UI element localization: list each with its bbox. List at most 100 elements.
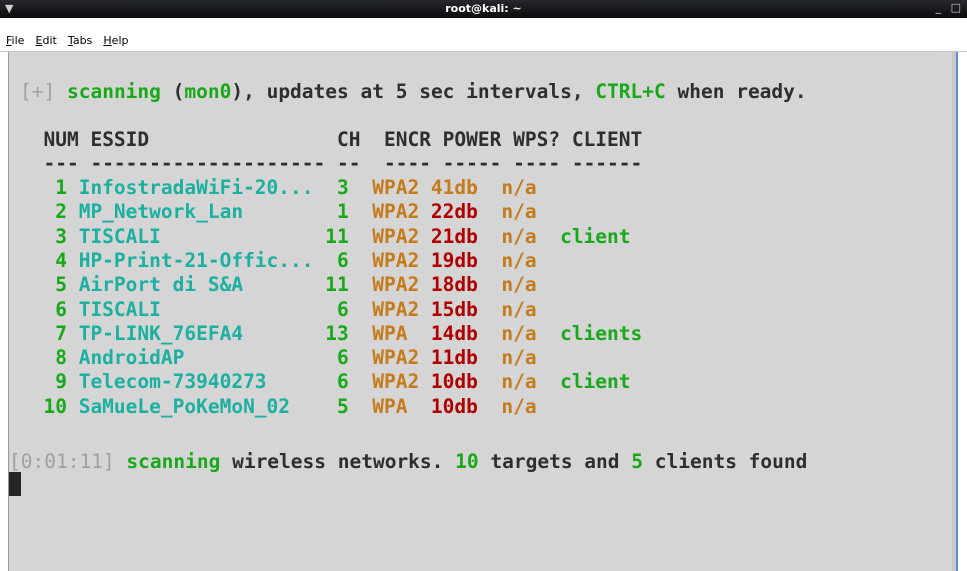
row-essid: AirPort di S&A	[78, 273, 326, 297]
row-num: 7	[20, 321, 79, 345]
row-num: 4	[20, 248, 79, 272]
footer-clients: 5	[631, 450, 644, 473]
row-client: clients	[560, 321, 643, 345]
row-power: 10db	[430, 394, 502, 418]
status-scanning: scanning	[66, 80, 161, 103]
row-ch: 1	[325, 200, 373, 224]
header-ch: CH	[337, 128, 384, 151]
header-num: NUM	[20, 128, 91, 151]
terminal-area[interactable]: [+] scanning (mon0), updates at 5 sec in…	[8, 52, 958, 571]
row-wps: n/a	[501, 370, 561, 394]
row-encr: WPA2	[372, 176, 431, 199]
row-ch: 5	[325, 394, 373, 418]
header-wps: WPS?	[513, 128, 572, 151]
minimize-icon[interactable]: _	[936, 1, 942, 14]
menu-edit[interactable]: Edit	[36, 34, 57, 47]
row-ch: 11	[325, 224, 373, 248]
sep-encr: ----	[383, 152, 443, 175]
menu-help[interactable]: Help	[103, 34, 128, 47]
row-power: 22db	[430, 200, 502, 224]
menu-tabs[interactable]: Tabs	[68, 34, 92, 47]
row-wps: n/a	[501, 297, 561, 321]
row-num: 1	[20, 176, 79, 199]
row-client: client	[560, 224, 631, 248]
status-rest1: ), updates at 5 sec intervals,	[231, 80, 596, 103]
row-encr: WPA2	[372, 224, 431, 248]
table-header: NUM ESSID CH ENCR POWER WPS? CLIENT	[20, 128, 642, 152]
table-row: 10 SaMueLe_PoKeMoN_02 5 WPA 10db n/a	[20, 395, 560, 419]
footer-line: [0:01:11] scanning wireless networks. 10…	[9, 450, 807, 474]
table-row: 7 TP-LINK_76EFA4 13 WPA 14db n/a clients	[20, 322, 642, 346]
row-essid: MP_Network_Lan	[78, 200, 326, 224]
row-encr: WPA2	[372, 346, 431, 370]
sep-num: ---	[20, 152, 91, 175]
sep-power: -----	[442, 152, 514, 175]
row-encr: WPA2	[372, 248, 431, 272]
row-essid: TP-LINK_76EFA4	[78, 321, 326, 345]
row-ch: 6	[325, 346, 373, 370]
row-num: 5	[20, 273, 79, 297]
window-controls: _ □	[930, 1, 961, 14]
window-title: root@kali: ~	[445, 2, 522, 15]
row-num: 8	[20, 346, 79, 370]
row-essid: AndroidAP	[78, 346, 326, 370]
row-essid: TISCALI	[78, 297, 326, 321]
menu-file[interactable]: File	[6, 34, 24, 47]
row-wps: n/a	[501, 248, 561, 272]
footer-rest3: clients found	[643, 450, 808, 473]
footer-timer: [0:01:11]	[9, 450, 115, 473]
row-power: 18db	[430, 273, 502, 297]
table-row: 8 AndroidAP 6 WPA2 11db n/a	[20, 346, 560, 370]
row-power: 19db	[430, 248, 502, 272]
row-encr: WPA	[372, 321, 431, 345]
row-ch: 13	[325, 321, 373, 345]
scroll-edge	[956, 52, 958, 571]
row-ch: 11	[325, 273, 373, 297]
menu-bar: File Edit Tabs Help	[0, 18, 967, 52]
row-essid: SaMueLe_PoKeMoN_02	[78, 394, 326, 418]
row-ch: 6	[325, 248, 373, 272]
row-num: 2	[20, 200, 79, 224]
row-wps: n/a	[501, 346, 561, 370]
footer-scanning: scanning	[126, 450, 221, 473]
row-wps: n/a	[501, 273, 561, 297]
row-wps: n/a	[501, 224, 561, 248]
footer-targets: 10	[455, 450, 479, 473]
row-num: 10	[20, 394, 79, 418]
table-row: 1 InfostradaWiFi-20... 3 WPA2 41db n/a	[20, 176, 560, 200]
header-client: CLIENT	[571, 128, 643, 151]
sep-wps: ----	[513, 152, 572, 175]
row-ch: 6	[325, 297, 373, 321]
status-line: [+] scanning (mon0), updates at 5 sec in…	[20, 80, 807, 104]
header-encr: ENCR	[383, 128, 443, 151]
row-power: 10db	[430, 370, 502, 394]
row-power: 14db	[430, 321, 502, 345]
table-row: 3 TISCALI 11 WPA2 21db n/a client	[20, 224, 631, 249]
title-bar: ▼ root@kali: ~ _ □	[0, 0, 967, 18]
text-cursor	[9, 472, 21, 496]
table-row: 5 AirPort di S&A 11 WPA2 18db n/a	[20, 273, 560, 297]
row-essid: Telecom-73940273	[78, 370, 326, 394]
row-wps: n/a	[501, 200, 561, 224]
row-num: 6	[20, 297, 79, 321]
row-essid: HP-Print-21-Offic...	[78, 248, 326, 272]
row-encr: WPA2	[372, 273, 431, 297]
row-client: client	[560, 370, 631, 394]
row-encr: WPA	[372, 394, 431, 418]
row-power: 21db	[430, 224, 502, 248]
sep-ch: --	[337, 152, 384, 175]
sep-essid: --------------------	[90, 152, 337, 175]
row-num: 9	[20, 370, 79, 394]
row-ch: 3	[325, 176, 373, 199]
table-separator: --- -------------------- -- ---- ----- -…	[20, 152, 642, 176]
footer-rest2: targets and	[478, 450, 632, 473]
row-power: 11db	[430, 346, 502, 370]
status-ctrl: CTRL+C	[595, 80, 666, 103]
row-encr: WPA2	[372, 200, 431, 224]
scrollbar[interactable]	[952, 52, 958, 571]
sep-client: ------	[571, 152, 643, 175]
maximize-icon[interactable]: □	[951, 1, 961, 14]
header-power: POWER	[442, 128, 514, 151]
status-bracket: [+]	[20, 80, 56, 103]
table-row: 9 Telecom-73940273 6 WPA2 10db n/a clien…	[20, 370, 631, 394]
